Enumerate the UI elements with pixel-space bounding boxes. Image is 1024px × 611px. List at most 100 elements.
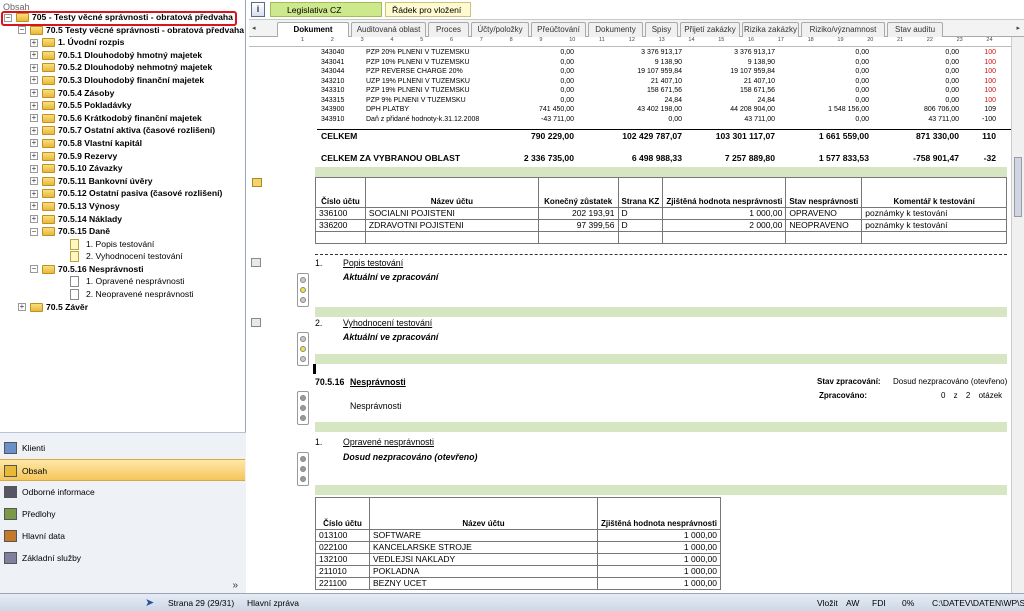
nav-item[interactable]: Klienti	[0, 437, 245, 459]
table-cell: D	[617, 219, 664, 232]
table-row[interactable]	[315, 231, 1007, 244]
tab[interactable]: Účty/položky	[471, 22, 529, 37]
tree-item[interactable]: +1. Úvodní rozpis	[0, 36, 245, 49]
expand-icon[interactable]: +	[30, 164, 38, 173]
traffic-light-icon[interactable]	[297, 332, 309, 366]
traffic-light-icon[interactable]	[297, 273, 309, 307]
nav-item[interactable]: Obsah	[0, 459, 245, 481]
tree-item[interactable]: 2. Vyhodnocení testování	[0, 250, 245, 263]
table-row[interactable]: 221100 BEZNY UCET 1 000,00	[314, 577, 722, 590]
traffic-light-icon[interactable]	[297, 391, 309, 425]
tree-item[interactable]: +70.5.8 Vlastní kapitál	[0, 137, 245, 150]
scrollbar-thumb[interactable]	[1014, 157, 1022, 217]
section-title-nespravnosti[interactable]: Nesprávnosti	[350, 377, 406, 387]
column-header: Číslo účtu	[314, 497, 371, 530]
pin-icon[interactable]	[251, 258, 261, 267]
expand-icon[interactable]: +	[30, 139, 38, 148]
tab[interactable]: Spisy	[645, 22, 678, 37]
tab[interactable]: Přeúčtování	[531, 22, 586, 37]
table-row[interactable]: 132100 VEDLEJSI NAKLADY 1 000,00	[314, 553, 722, 566]
tree-item[interactable]: +70.5 Závěr	[0, 301, 245, 314]
table-row[interactable]: 022100 KANCELARSKE STROJE 1 000,00	[314, 541, 722, 554]
ruler-mark: 18	[807, 37, 814, 43]
tab[interactable]: Rizika zakázky	[742, 22, 799, 37]
tree-item[interactable]: +70.5.3 Dlouhodobý finanční majetek	[0, 74, 245, 87]
table-row[interactable]: 336200 ZDRAVOTNI POJISTENI 97 399,56 D 2 000…	[315, 219, 1007, 232]
tree-item-label: 70.5.1 Dlouhodobý hmotný majetek	[58, 49, 203, 60]
tab[interactable]: Proces	[428, 22, 469, 37]
folder-icon	[42, 138, 55, 148]
expand-icon[interactable]: +	[30, 177, 38, 186]
green-band	[315, 485, 1007, 495]
account-cell: 9 138,90	[654, 58, 682, 66]
tab-scroll-right-icon[interactable]: ▸	[1016, 24, 1020, 32]
tree-item[interactable]: +70.5.2 Dlouhodobý nehmotný majetek	[0, 61, 245, 74]
tree-item[interactable]: +70.5.6 Krátkodobý finanční majetek	[0, 112, 245, 125]
info-button[interactable]: i	[251, 2, 265, 17]
nav-item[interactable]: Odborné informace	[0, 481, 245, 503]
expand-icon[interactable]: +	[30, 202, 38, 211]
tree-item[interactable]: +70.5.9 Rezervy	[0, 150, 245, 163]
expand-icon[interactable]: +	[30, 63, 38, 72]
tree-item[interactable]: 1. Opravené nesprávnosti	[0, 275, 245, 288]
more-chevron-icon[interactable]: »	[232, 580, 238, 591]
tab[interactable]: Přijetí zakázky	[680, 22, 740, 37]
pin-icon[interactable]	[251, 318, 261, 327]
traffic-light-icon[interactable]	[297, 452, 309, 486]
collapse-icon[interactable]: −	[30, 265, 38, 274]
section-title-opravene[interactable]: Opravené nesprávnosti	[343, 437, 434, 447]
folder-open-icon	[42, 227, 55, 237]
area-total-c3: 7 257 889,80	[724, 153, 775, 163]
nav-item[interactable]: Předlohy	[0, 503, 245, 525]
tree-item[interactable]: − 70.5.16 Nesprávnosti	[0, 263, 245, 276]
row-insert-field[interactable]: Řádek pro vložení	[385, 2, 471, 17]
expand-icon[interactable]: +	[30, 114, 38, 123]
legislation-field[interactable]: Legislativa CZ	[270, 2, 382, 17]
expand-icon[interactable]: +	[30, 215, 38, 223]
tab[interactable]: Dokument	[277, 22, 349, 38]
tree-item[interactable]: +70.5.11 Bankovní úvěry	[0, 175, 245, 188]
tab[interactable]: Riziko/významnost	[801, 22, 885, 37]
cursor-arrow-icon: ➤	[145, 597, 155, 609]
document-icon	[70, 276, 79, 288]
expand-icon[interactable]: +	[30, 76, 38, 85]
section-title-popis[interactable]: Popis testování	[343, 258, 403, 268]
expand-icon[interactable]: +	[30, 152, 38, 161]
expand-icon[interactable]: +	[30, 101, 38, 110]
expand-icon[interactable]: +	[30, 126, 38, 135]
account-cell: 21 407,10	[650, 77, 682, 85]
tab[interactable]: Auditovaná oblast	[351, 22, 426, 37]
nav-item[interactable]: Hlavní data	[0, 525, 245, 547]
section-title-vyhodnoceni[interactable]: Vyhodnocení testování	[343, 318, 432, 328]
tree-item[interactable]: +70.5.12 Ostatní pasiva (časové rozlišen…	[0, 187, 245, 200]
tree-item[interactable]: +70.5.14 Náklady	[0, 213, 245, 226]
note-icon[interactable]	[252, 178, 262, 187]
tree-item[interactable]: +70.5.7 Ostatní aktiva (časové rozlišení…	[0, 124, 245, 137]
tree-item[interactable]: − 70.5.15 Daně	[0, 225, 245, 238]
account-cell: 343310	[321, 87, 345, 94]
tree-item[interactable]: +70.5.1 Dlouhodobý hmotný majetek	[0, 49, 245, 62]
expand-icon[interactable]: +	[30, 89, 38, 98]
tree-item[interactable]: 1. Popis testování	[0, 238, 245, 251]
expand-icon[interactable]: +	[30, 189, 38, 198]
tab[interactable]: Dokumenty	[588, 22, 643, 37]
tab[interactable]: Stav auditu	[887, 22, 943, 37]
tree-item[interactable]: +70.5.10 Závazky	[0, 162, 245, 175]
nav-item[interactable]: Základní služby	[0, 547, 245, 569]
tree-item[interactable]: +70.5.4 Zásoby	[0, 87, 245, 100]
collapse-icon[interactable]: −	[30, 227, 38, 236]
tree-item[interactable]: +70.5.5 Pokladávky	[0, 99, 245, 112]
expand-icon[interactable]: +	[30, 38, 38, 47]
tab-scroll-left-icon[interactable]: ◂	[252, 24, 256, 32]
table-row[interactable]: 013100 SOFTWARE 1 000,00	[314, 529, 722, 542]
expand-icon[interactable]: +	[18, 303, 26, 312]
tree-item[interactable]: +70.5.13 Výnosy	[0, 200, 245, 213]
table-row[interactable]: 336100 SOCIALNI POJISTENI 202 193,91 D 1 000…	[315, 207, 1007, 220]
vertical-scrollbar[interactable]	[1011, 37, 1024, 593]
expand-icon[interactable]: +	[30, 51, 38, 60]
table-row[interactable]: 211010 POKLADNA 1 000,00	[314, 565, 722, 578]
tree-item[interactable]: 2. Neopravené nesprávnosti	[0, 288, 245, 301]
collapse-icon[interactable]: −	[18, 26, 26, 35]
account-cell: 806 706,00	[923, 106, 959, 113]
ruler-mark: 23	[956, 37, 963, 43]
